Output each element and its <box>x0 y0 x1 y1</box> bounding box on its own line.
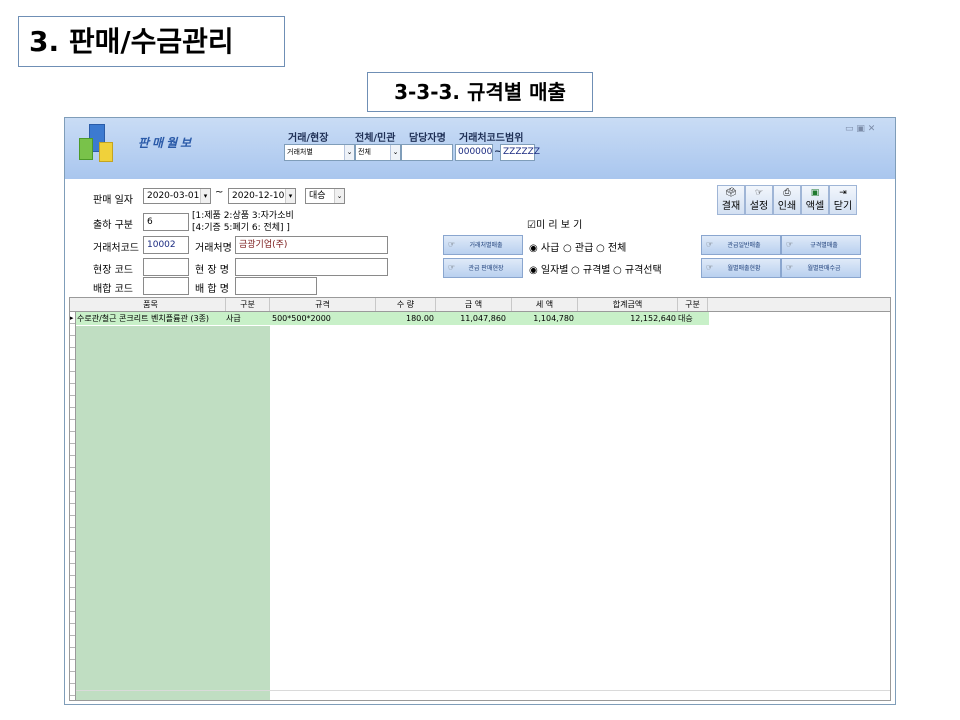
excel-icon: ▣ <box>810 188 820 198</box>
entire-label: 전체/민관 <box>355 133 396 144</box>
manager-input[interactable] <box>401 144 453 161</box>
site-code-input[interactable] <box>143 258 189 276</box>
trade-site-label: 거래/현장 <box>288 133 329 144</box>
mix-code-label: 배합 코드 <box>93 284 133 295</box>
hand-pointer-icon: ☞ <box>706 240 714 249</box>
col-spec[interactable]: 규격 <box>270 298 376 311</box>
grid-header: 품목 구분 규격 수 량 금 액 세 액 합계금액 구분 <box>70 298 890 312</box>
mix-name-input[interactable] <box>235 277 317 295</box>
preview-checkbox[interactable]: ☑미 리 보 기 <box>527 216 582 231</box>
col-type[interactable]: 구분 <box>226 298 270 311</box>
code-from-input[interactable]: 000000 <box>455 144 493 161</box>
app-logo-icon <box>79 124 115 164</box>
date-from-picker[interactable]: 2020-03-01 ▾ <box>143 188 211 204</box>
cell-spec: 500*500*2000 <box>272 314 331 323</box>
cell-amount: 11,047,860 <box>460 314 506 323</box>
filter-panel: 🗳 결재 ☞ 설정 ⎙ 인쇄 ▣ 액셀 ⇥ 닫기 판매 일자 2020-03-0… <box>65 179 895 299</box>
chevron-down-icon: ▾ <box>285 189 295 203</box>
print-button[interactable]: ⎙ 인쇄 <box>773 185 801 215</box>
col-total[interactable]: 합계금액 <box>578 298 678 311</box>
chevron-down-icon: ▾ <box>200 189 210 203</box>
ship-type-hint-2: [4:기증 5:폐기 6: 전체] ] <box>192 223 290 233</box>
col-qty[interactable]: 수 량 <box>376 298 436 311</box>
trade-site-select[interactable]: 거래처별 ⌄ <box>284 144 355 161</box>
horizontal-scrollbar[interactable] <box>76 690 890 700</box>
site-code-label: 현장 코드 <box>93 265 133 276</box>
ship-type-hint-1: [1:제품 2:상품 3:자가소비 <box>192 211 294 221</box>
ship-type-label: 출하 구분 <box>93 220 133 231</box>
ship-type-input[interactable]: 6 <box>143 213 189 231</box>
client-code-input[interactable]: 10002 <box>143 236 189 254</box>
hand-pointer-icon: ☞ <box>448 263 456 272</box>
client-code-label: 거래처코드 <box>93 243 139 254</box>
radio-sagup[interactable]: ◉ 사급 <box>529 239 559 254</box>
report-button-public-general[interactable]: ☞ 관급일반매출 <box>701 235 781 255</box>
cell-tax: 1,104,780 <box>533 314 574 323</box>
sales-grid: 품목 구분 규격 수 량 금 액 세 액 합계금액 구분 ▸ 수로관/철근 콘크… <box>69 297 891 701</box>
slide-title: 3. 판매/수금관리 <box>18 16 285 67</box>
approve-button[interactable]: 🗳 결재 <box>717 185 745 215</box>
window-controls[interactable]: ▭ ▣ ✕ <box>845 124 875 134</box>
header-bar: 판매월보 거래/현장 전체/민관 담당자명 거래처코드범위 거래처별 ⌄ 전체 … <box>65 118 895 179</box>
mix-name-label: 배 합 명 <box>195 284 229 295</box>
site-name-input[interactable] <box>235 258 388 276</box>
code-range-label: 거래처코드범위 <box>459 133 524 144</box>
hand-pointer-icon: ☞ <box>786 240 794 249</box>
col-tax[interactable]: 세 액 <box>512 298 578 311</box>
item-column-fill <box>76 326 270 700</box>
hand-pointer-icon: ☞ <box>448 240 456 249</box>
cell-type: 사급 <box>226 314 241 323</box>
report-button-public-site[interactable]: ☞ 관급 판매현장 <box>443 258 523 278</box>
report-button-client-sales[interactable]: ☞ 거래처별매출 <box>443 235 523 255</box>
cell-item: 수로관/철근 콘크리트 벤치플륨관 (3종) <box>77 314 210 323</box>
approve-icon: 🗳 <box>725 188 737 198</box>
col-type2[interactable]: 구분 <box>678 298 708 311</box>
slide-subtitle: 3-3-3. 규격별 매출 <box>367 72 593 112</box>
cell-type2: 대승 <box>678 314 693 323</box>
app-title: 판매월보 <box>138 136 195 150</box>
report-button-monthly-collection[interactable]: ☞ 월별판매수금 <box>781 258 861 278</box>
printer-icon: ⎙ <box>783 188 791 198</box>
client-name-input[interactable]: 금광기업(주) <box>235 236 388 254</box>
close-button[interactable]: ⇥ 닫기 <box>829 185 857 215</box>
report-button-monthly-sales[interactable]: ☞ 월별매출현황 <box>701 258 781 278</box>
app-window: 판매월보 거래/현장 전체/민관 담당자명 거래처코드범위 거래처별 ⌄ 전체 … <box>64 117 896 705</box>
settings-icon: ☞ <box>754 188 764 198</box>
exit-door-icon: ⇥ <box>839 188 847 198</box>
current-row-arrow-icon: ▸ <box>70 314 74 322</box>
radio-spec-select[interactable]: ○ 규격선택 <box>613 261 662 276</box>
trade-site-select-value: 거래처별 <box>287 148 313 156</box>
report-button-spec-sales[interactable]: ☞ 규격별매출 <box>781 235 861 255</box>
radio-by-spec[interactable]: ○ 규격별 <box>571 261 611 276</box>
chevron-down-icon: ⌄ <box>334 189 344 203</box>
mode-select[interactable]: 대승 ⌄ <box>305 188 345 204</box>
entire-select-value: 전체 <box>358 148 371 156</box>
hand-pointer-icon: ☞ <box>706 263 714 272</box>
mix-code-input[interactable] <box>143 277 189 295</box>
radio-gwangup[interactable]: ○ 관급 <box>563 239 593 254</box>
client-name-label: 거래처명 <box>195 243 232 254</box>
date-to-picker[interactable]: 2020-12-10 ▾ <box>228 188 296 204</box>
table-row[interactable]: 수로관/철근 콘크리트 벤치플륨관 (3종) 사급 500*500*2000 1… <box>76 312 709 325</box>
chevron-down-icon: ⌄ <box>344 145 354 160</box>
radio-by-date[interactable]: ◉ 일자별 <box>529 261 569 276</box>
sale-date-label: 판매 일자 <box>93 195 133 206</box>
chevron-down-icon: ⌄ <box>390 145 400 160</box>
settings-button[interactable]: ☞ 설정 <box>745 185 773 215</box>
site-name-label: 현 장 명 <box>195 265 229 276</box>
hand-pointer-icon: ☞ <box>786 263 794 272</box>
col-item[interactable]: 품목 <box>76 298 226 311</box>
entire-select[interactable]: 전체 ⌄ <box>355 144 401 161</box>
code-to-input[interactable]: ZZZZZZ <box>500 144 540 161</box>
excel-button[interactable]: ▣ 액셀 <box>801 185 829 215</box>
cell-total: 12,152,640 <box>630 314 676 323</box>
col-amount[interactable]: 금 액 <box>436 298 512 311</box>
date-separator: ~ <box>215 187 224 198</box>
manager-label: 담당자명 <box>409 133 446 144</box>
cell-qty: 180.00 <box>406 314 434 323</box>
radio-all[interactable]: ○ 전체 <box>596 239 626 254</box>
